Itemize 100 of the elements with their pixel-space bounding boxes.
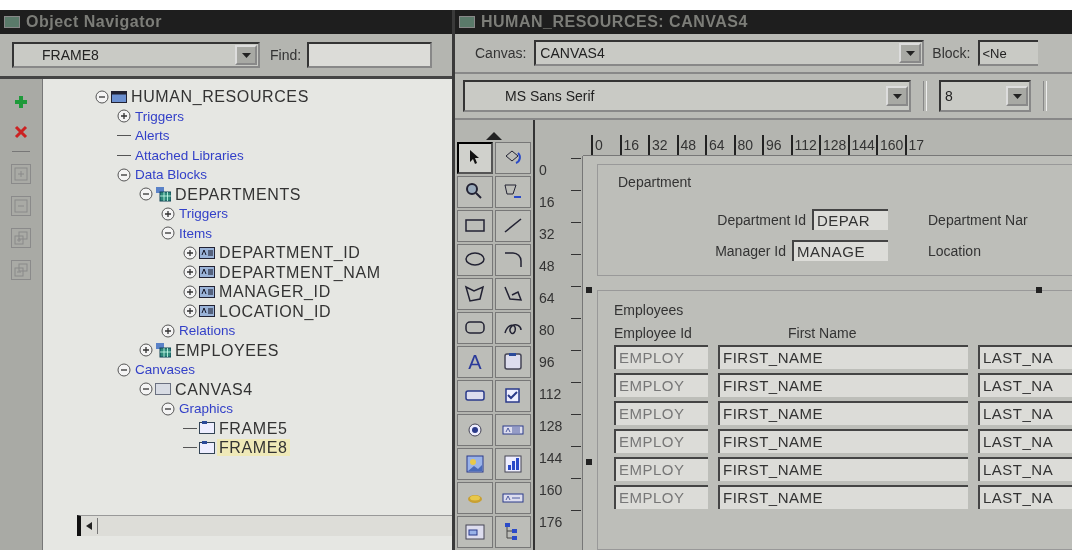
text-item-field[interactable]: FIRST_NAME bbox=[718, 373, 968, 397]
font-dropdown[interactable]: MS Sans Serif bbox=[463, 80, 911, 112]
collapse-toggle-icon[interactable] bbox=[117, 362, 131, 377]
tree-item[interactable]: CANVAS4 bbox=[173, 380, 255, 398]
text-item-field[interactable]: FIRST_NAME bbox=[718, 429, 968, 453]
block-dropdown[interactable]: <Ne bbox=[978, 40, 1039, 66]
selection-handle[interactable] bbox=[1036, 287, 1042, 293]
expand-toggle-icon[interactable] bbox=[139, 343, 153, 358]
selection-handle[interactable] bbox=[586, 287, 592, 293]
expand-toggle-icon[interactable] bbox=[183, 265, 197, 280]
collapse-toggle-icon[interactable] bbox=[161, 226, 175, 241]
ruler-number: 48 bbox=[538, 257, 556, 274]
polygon-icon[interactable] bbox=[464, 283, 486, 305]
tree-item[interactable]: EMPLOYEES bbox=[173, 341, 282, 359]
scroll-up-icon[interactable] bbox=[486, 132, 502, 140]
ruler-number: 64 bbox=[538, 289, 556, 306]
text-item-field[interactable]: DEPAR bbox=[812, 209, 888, 230]
ruler-number: 32 bbox=[538, 225, 556, 242]
text-item-field[interactable]: FIRST_NAME bbox=[718, 485, 968, 509]
window-title: Object Navigator bbox=[26, 13, 163, 31]
font-size-dropdown[interactable]: 8 bbox=[939, 80, 1031, 112]
expand-toggle-icon[interactable] bbox=[183, 245, 197, 260]
canvas-dropdown[interactable]: CANVAS4 bbox=[534, 40, 925, 66]
module-icon bbox=[111, 88, 127, 105]
text-tool-button[interactable]: A bbox=[457, 346, 493, 378]
canvas-icon bbox=[155, 381, 171, 398]
expand-toggle-icon[interactable] bbox=[117, 109, 131, 124]
ruler-number: 96 bbox=[538, 353, 556, 370]
object-dropdown[interactable]: FRAME8 bbox=[12, 42, 260, 68]
text-item-field[interactable]: LAST_NA bbox=[978, 429, 1072, 453]
expand-toggle-icon[interactable] bbox=[161, 323, 175, 338]
ruler-number: 48 bbox=[680, 136, 697, 155]
tree-item[interactable]: Relations bbox=[177, 322, 238, 340]
tree-item[interactable]: DEPARTMENTS bbox=[173, 185, 304, 203]
frame-tool-icon[interactable] bbox=[502, 351, 524, 373]
text-item-field[interactable]: LAST_NA bbox=[978, 401, 1072, 425]
text-item-icon bbox=[199, 303, 215, 320]
tree-item[interactable]: Attached Libraries bbox=[133, 146, 246, 164]
stacked-canvas-icon[interactable] bbox=[464, 521, 486, 543]
ruler-number: 16 bbox=[538, 193, 556, 210]
frame-title: Employees bbox=[614, 302, 684, 318]
tree-item[interactable]: Triggers bbox=[133, 107, 186, 125]
text-item-field[interactable]: LAST_NA bbox=[978, 373, 1072, 397]
ruler-number: 64 bbox=[709, 136, 725, 155]
tree-item[interactable]: Data Blocks bbox=[133, 166, 210, 184]
text-item-field[interactable]: FIRST_NAME bbox=[718, 401, 968, 425]
tree-item[interactable]: LOCATION_ID bbox=[217, 302, 334, 320]
block-icon bbox=[155, 186, 171, 203]
ruler-number: 160 bbox=[880, 136, 904, 155]
caret-icon bbox=[886, 86, 908, 106]
tree-item[interactable]: Items bbox=[177, 224, 214, 242]
expand-toggle-icon[interactable] bbox=[183, 304, 197, 319]
ruler-number: 112 bbox=[794, 136, 817, 155]
ruler-number: 16 bbox=[623, 136, 640, 155]
tree-item[interactable]: DEPARTMENT_NAM bbox=[217, 263, 383, 281]
frame-icon bbox=[199, 439, 215, 456]
field-label: Department Id bbox=[717, 211, 806, 228]
text-item-field[interactable]: LAST_NA bbox=[978, 485, 1072, 509]
ruler-number: 176 bbox=[538, 513, 564, 530]
caret-icon bbox=[899, 43, 922, 63]
window-icon bbox=[459, 16, 475, 28]
column-header: Employee Id bbox=[614, 325, 693, 341]
canvas-label: Canvas: bbox=[475, 45, 527, 61]
tree-item[interactable]: DEPARTMENT_ID bbox=[217, 244, 363, 262]
ruler-number: 96 bbox=[766, 136, 782, 155]
field-label: Department Nar bbox=[928, 211, 1028, 228]
text-item-field[interactable]: LAST_NA bbox=[978, 345, 1072, 369]
ruler-number: 0 bbox=[538, 161, 548, 178]
text-item-field[interactable]: FIRST_NAME bbox=[718, 345, 968, 369]
window-title: HUMAN_RESOURCES: CANVAS4 bbox=[481, 13, 748, 31]
ruler-number: 160 bbox=[538, 481, 564, 498]
field-label: Location bbox=[928, 242, 981, 259]
collapse-toggle-icon[interactable] bbox=[117, 167, 131, 182]
chart-icon[interactable] bbox=[502, 453, 524, 475]
tree-item[interactable]: MANAGER_ID bbox=[217, 283, 333, 301]
tree-item[interactable]: Triggers bbox=[177, 205, 230, 223]
tree-item[interactable]: Graphics bbox=[177, 400, 236, 418]
tree-item[interactable]: Canvases bbox=[133, 361, 198, 379]
selection-handle[interactable] bbox=[586, 459, 592, 465]
collapse-toggle-icon[interactable] bbox=[161, 401, 175, 416]
ruler-number: 112 bbox=[538, 385, 563, 402]
text-item-field[interactable]: FIRST_NAME bbox=[718, 457, 968, 481]
expand-toggle-icon[interactable] bbox=[183, 284, 197, 299]
find-field[interactable] bbox=[307, 42, 433, 68]
text-item-field[interactable]: LAST_NA bbox=[978, 457, 1072, 481]
ruler-number: 128 bbox=[823, 136, 847, 155]
image-icon[interactable] bbox=[464, 453, 486, 475]
tree-item[interactable]: FRAME5 bbox=[217, 419, 290, 437]
find-label: Find: bbox=[270, 47, 302, 63]
text-item-icon bbox=[199, 264, 215, 281]
tree-item[interactable]: Alerts bbox=[133, 127, 172, 145]
collapse-toggle-icon[interactable] bbox=[139, 382, 153, 397]
horizontal-scrollbar[interactable] bbox=[77, 515, 452, 536]
tree-item[interactable]: FRAME8 bbox=[217, 439, 290, 457]
tree-item[interactable]: HUMAN_RESOURCES bbox=[129, 88, 311, 106]
column-header: First Name bbox=[787, 325, 858, 341]
collapse-toggle-icon[interactable] bbox=[139, 187, 153, 202]
collapse-toggle-icon[interactable] bbox=[95, 89, 109, 104]
expand-toggle-icon[interactable] bbox=[161, 206, 175, 221]
text-item-field[interactable]: MANAGE bbox=[792, 240, 888, 261]
